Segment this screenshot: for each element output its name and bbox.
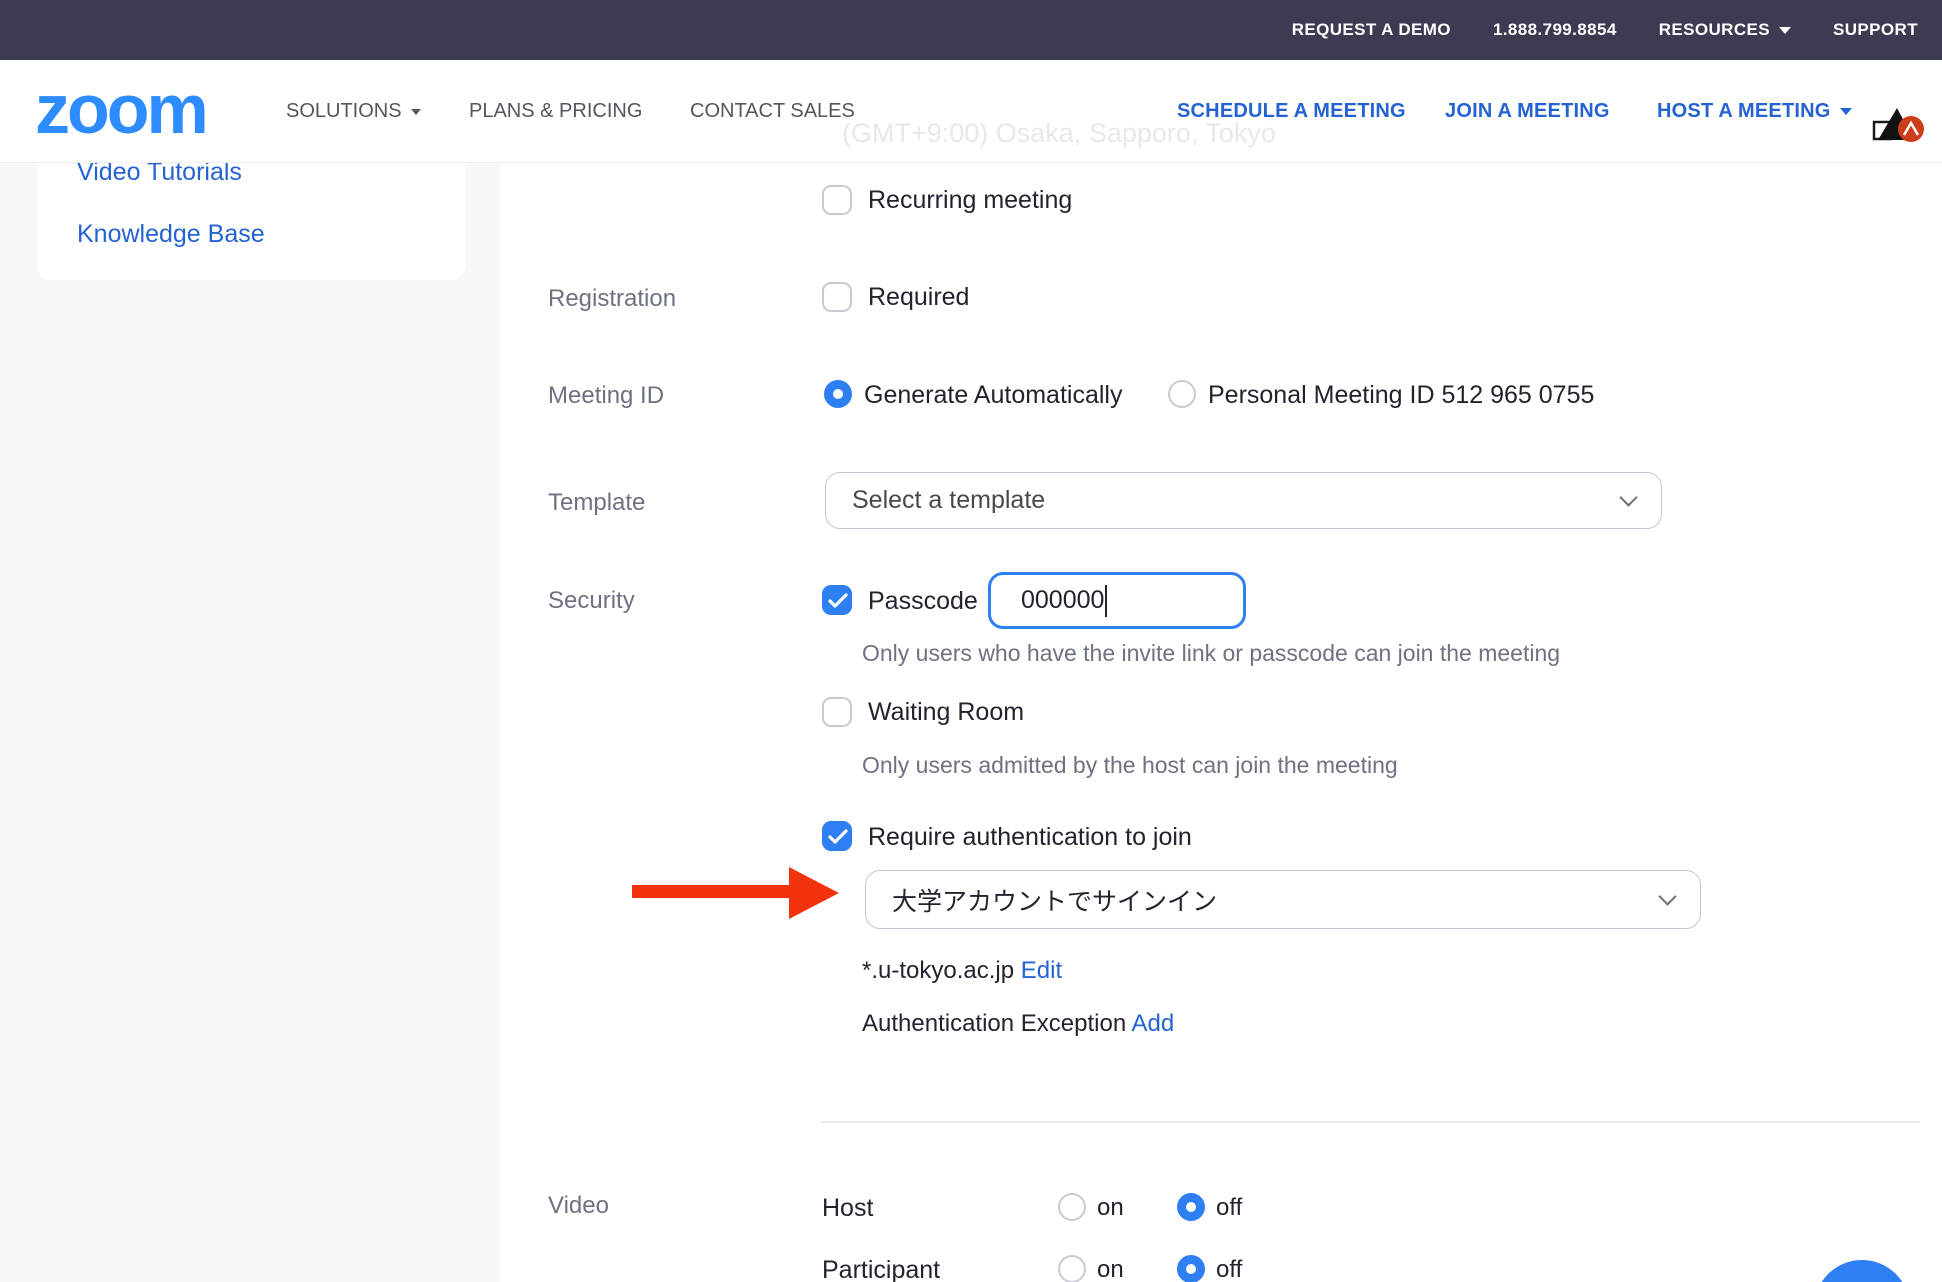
sidebar-item-knowledge-base[interactable]: Knowledge Base [77,220,265,249]
chevron-down-icon [411,109,421,115]
profile-avatar[interactable] [1870,102,1927,152]
chevron-down-icon [1619,488,1637,506]
solutions-label: SOLUTIONS [286,100,402,123]
resources-menu[interactable]: RESOURCES [1659,20,1791,40]
require-auth-checkbox[interactable] [822,821,852,851]
phone-number[interactable]: 1.888.799.8854 [1493,20,1617,40]
participant-video-off-radio[interactable] [1177,1255,1205,1282]
nav-solutions[interactable]: SOLUTIONS [286,60,421,163]
auth-exception-row: Authentication Exception Add [862,1010,1174,1038]
generate-automatically-radio[interactable] [824,380,852,408]
text-cursor [1105,585,1107,617]
arrow-shaft [632,885,794,898]
passcode-helper-text: Only users who have the invite link or p… [862,640,1560,667]
check-icon [828,829,848,845]
video-host-label: Host [822,1194,873,1223]
auth-domain-row: *.u-tokyo.ac.jp Edit [862,957,1062,985]
auth-method-value: 大学アカウントでサインイン [892,882,1661,918]
check-icon [828,593,848,609]
participant-video-on-label: on [1097,1256,1124,1282]
support-link[interactable]: SUPPORT [1833,20,1918,40]
avatar-image [1870,102,1927,152]
template-row-label: Template [548,489,645,517]
zoom-web-portal: REQUEST A DEMO 1.888.799.8854 RESOURCES … [0,0,1942,1282]
security-row-label: Security [548,587,635,615]
require-auth-label: Require authentication to join [868,823,1192,852]
registration-row-label: Registration [548,285,676,313]
host-video-off-label: off [1216,1194,1242,1222]
template-select-value: Select a template [852,486,1622,515]
nav-join-a-meeting[interactable]: JOIN A MEETING [1445,60,1610,163]
recurring-meeting-checkbox[interactable] [822,185,852,215]
resources-label: RESOURCES [1659,20,1770,40]
auth-method-select[interactable]: 大学アカウントでサインイン [865,870,1701,929]
nav-contact-sales[interactable]: CONTACT SALES [690,60,855,163]
chevron-down-icon [1779,27,1791,34]
edit-link[interactable]: Edit [1021,957,1062,984]
host-video-on-radio[interactable] [1058,1193,1086,1221]
generate-automatically-label: Generate Automatically [864,381,1122,410]
auth-domain-value: *.u-tokyo.ac.jp [862,957,1014,984]
host-video-on-label: on [1097,1194,1124,1222]
auth-exception-label: Authentication Exception [862,1010,1126,1037]
participant-video-off-label: off [1216,1256,1242,1282]
top-utility-bar: REQUEST A DEMO 1.888.799.8854 RESOURCES … [0,0,1942,60]
add-link[interactable]: Add [1132,1010,1175,1037]
passcode-label: Passcode [868,587,978,616]
nav-host-a-meeting[interactable]: HOST A MEETING [1657,60,1852,163]
template-select[interactable]: Select a template [825,472,1662,529]
nav-plans-pricing[interactable]: PLANS & PRICING [469,60,642,163]
meeting-id-row-label: Meeting ID [548,382,664,410]
personal-meeting-id-label: Personal Meeting ID 512 965 0755 [1208,381,1594,410]
arrow-head [789,867,839,919]
chevron-down-icon [1658,887,1676,905]
registration-required-label: Required [868,283,969,312]
waiting-room-helper-text: Only users admitted by the host can join… [862,752,1398,779]
host-meeting-label: HOST A MEETING [1657,100,1831,123]
registration-required-checkbox[interactable] [822,282,852,312]
waiting-room-checkbox[interactable] [822,697,852,727]
passcode-value: 000000 [1021,586,1104,615]
video-participant-label: Participant [822,1256,940,1282]
video-row-label: Video [548,1192,609,1220]
recurring-meeting-label: Recurring meeting [868,186,1072,215]
request-demo-link[interactable]: REQUEST A DEMO [1292,20,1451,40]
passcode-checkbox[interactable] [822,585,852,615]
waiting-room-label: Waiting Room [868,698,1024,727]
nav-schedule-a-meeting[interactable]: SCHEDULE A MEETING [1177,60,1406,163]
zoom-logo[interactable]: zoom [35,74,206,144]
section-divider [821,1121,1920,1123]
personal-meeting-id-radio[interactable] [1168,380,1196,408]
participant-video-on-radio[interactable] [1058,1255,1086,1282]
passcode-input[interactable]: 000000 [988,572,1246,629]
main-navbar: (GMT+9:00) Osaka, Sapporo, Tokyo zoom SO… [0,60,1942,163]
host-video-off-radio[interactable] [1177,1193,1205,1221]
help-button[interactable] [1814,1260,1910,1282]
chevron-down-icon [1840,108,1852,115]
